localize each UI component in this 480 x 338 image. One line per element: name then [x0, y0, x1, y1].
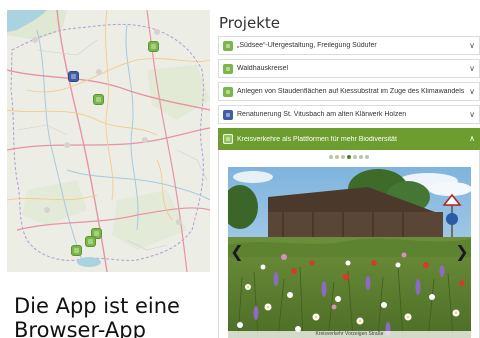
leaf-marker-icon — [223, 40, 233, 51]
photo-caption: Kreisverkehr Vorzeigen Straße — [228, 331, 471, 338]
leaf-marker-icon — [223, 134, 233, 144]
leaf-marker-icon — [223, 63, 233, 74]
carousel-dot[interactable] — [335, 155, 339, 159]
map-view[interactable] — [7, 10, 210, 272]
map-marker-green[interactable] — [94, 95, 103, 104]
chevron-down-icon[interactable]: ∨ — [467, 110, 477, 120]
project-detail: ❮ ❯ Kreisverkehr Vorzeigen Straße — [218, 150, 480, 338]
panel-title: Projekte — [219, 14, 280, 32]
map-marker-blue[interactable] — [69, 72, 78, 81]
project-item-renaturierung[interactable]: Renaturierung St. Vitusbach am alten Klä… — [218, 105, 480, 124]
caption-line-2: Browser-App — [14, 318, 146, 338]
map-marker-green[interactable] — [72, 246, 81, 255]
project-item-label: Anlegen von Staudenflächen auf Kiessubst… — [237, 88, 465, 95]
project-item-suedsee[interactable]: „Südsee“-Ufergestaltung, Freilegung Südu… — [218, 36, 480, 55]
chevron-down-icon[interactable]: ∨ — [467, 87, 477, 97]
carousel-dot[interactable] — [359, 155, 363, 159]
carousel-dot-active[interactable] — [347, 155, 351, 159]
project-item-kreisverkehre[interactable]: Kreisverkehre als Plattformen für mehr B… — [218, 128, 480, 150]
map-tiles — [7, 10, 210, 272]
chevron-down-icon[interactable]: ∨ — [467, 41, 477, 51]
carousel-prev-button[interactable]: ❮ — [228, 239, 246, 265]
carousel-dot[interactable] — [353, 155, 357, 159]
project-item-label: „Südsee“-Ufergestaltung, Freilegung Südu… — [237, 42, 377, 49]
carousel-next-button[interactable]: ❯ — [453, 239, 471, 265]
map-marker-green[interactable] — [86, 237, 95, 246]
caption-text: Die App ist eine Browser-App — [14, 294, 214, 338]
carousel-photo: ❮ ❯ Kreisverkehr Vorzeigen Straße — [228, 167, 471, 338]
project-item-waldhauskreisel[interactable]: Waldhauskreisel ∨ — [218, 59, 480, 78]
leaf-marker-icon — [223, 86, 233, 97]
carousel-dot[interactable] — [341, 155, 345, 159]
chevron-down-icon[interactable]: ∨ — [467, 64, 477, 74]
project-item-label: Waldhauskreisel — [237, 65, 289, 72]
carousel-dot[interactable] — [365, 155, 369, 159]
chevron-up-icon[interactable]: ∧ — [467, 134, 477, 144]
carousel-indicators — [219, 155, 479, 161]
project-item-label: Renaturierung St. Vitusbach am alten Klä… — [237, 111, 407, 118]
water-marker-icon — [223, 109, 233, 120]
carousel-dot[interactable] — [329, 155, 333, 159]
project-item-label: Kreisverkehre als Plattformen für mehr B… — [237, 135, 397, 143]
wildflower-meadow-image — [228, 167, 471, 338]
map-marker-green[interactable] — [149, 42, 158, 51]
projects-panel: Projekte „Südsee“-Ufergestaltung, Freile… — [218, 12, 480, 338]
caption-line-1: Die App ist eine — [14, 294, 180, 318]
project-item-staudenflaechen[interactable]: Anlegen von Staudenflächen auf Kiessubst… — [218, 82, 480, 101]
